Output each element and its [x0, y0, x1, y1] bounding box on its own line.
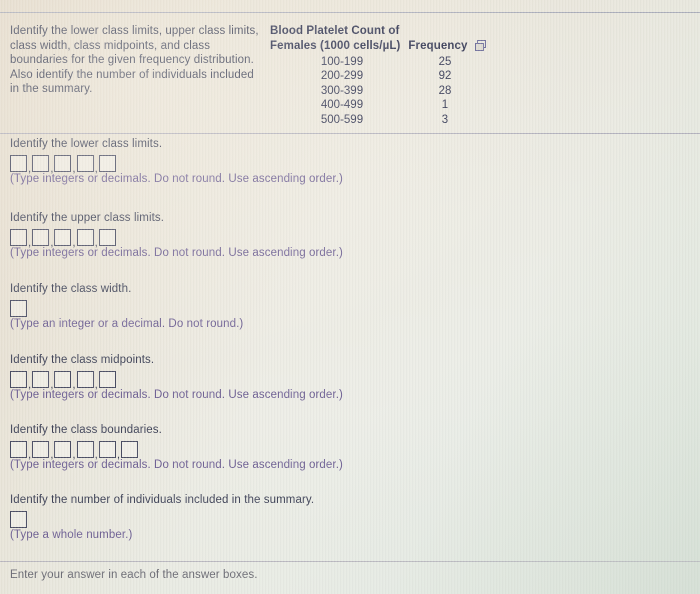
answer-separator-comma: , — [28, 237, 32, 249]
answer-separator-comma: , — [50, 379, 54, 391]
table-cell-frequency: 25 — [438, 55, 452, 68]
answer-box-class-boundaries-2[interactable] — [32, 441, 50, 458]
answer-box-class-boundaries-5[interactable] — [98, 441, 116, 458]
divider-top — [0, 12, 700, 13]
answer-box-class-boundaries-3[interactable] — [54, 441, 72, 458]
question-block-number-of-individuals: Identify the number of individuals inclu… — [10, 494, 314, 541]
question-hint-upper-class-limits: (Type integers or decimals. Do not round… — [10, 247, 343, 259]
answer-separator-comma: , — [94, 449, 98, 461]
question-block-upper-class-limits: Identify the upper class limits.,,,, (Typ… — [10, 212, 343, 259]
popout-window-icon[interactable] — [475, 40, 487, 52]
answer-box-class-boundaries-6[interactable] — [121, 441, 139, 458]
answer-separator-comma: , — [28, 449, 32, 461]
question-label-class-boundaries: Identify the class boundaries. — [10, 424, 162, 436]
question-label-class-width: Identify the class width. — [10, 283, 132, 295]
answer-box-row-class-midpoints: ,,,, — [10, 371, 343, 391]
answer-separator-comma: , — [94, 379, 98, 391]
question-block-lower-class-limits: Identify the lower class limits.,,,, (Typ… — [10, 138, 343, 185]
table-cell-interval: 400-499 — [320, 99, 364, 112]
answer-box-class-width-1[interactable] — [10, 300, 27, 317]
table-cell-interval: 100-199 — [320, 55, 364, 68]
table-row: 500-599 3 — [270, 114, 476, 129]
answer-box-class-midpoints-2[interactable] — [32, 371, 50, 388]
answer-box-class-boundaries-1[interactable] — [10, 441, 27, 458]
answer-box-lower-class-limits-4[interactable] — [76, 155, 94, 172]
footer-instruction: Enter your answer in each of the answer … — [10, 569, 258, 581]
answer-box-class-midpoints-5[interactable] — [98, 371, 116, 388]
answer-box-lower-class-limits-3[interactable] — [54, 155, 72, 172]
divider-middle — [0, 133, 700, 134]
question-block-class-midpoints: Identify the class midpoints.,,,, (Type i… — [10, 354, 343, 401]
table-header-col-interval: Females (1000 cells/µL) — [270, 39, 401, 52]
question-hint-class-width: (Type an integer or a decimal. Do not ro… — [10, 318, 244, 330]
answer-box-lower-class-limits-5[interactable] — [98, 155, 116, 172]
table-header-line1: Blood Platelet Count of — [270, 25, 400, 37]
question-label-number-of-individuals: Identify the number of individuals inclu… — [10, 494, 315, 506]
answer-box-upper-class-limits-4[interactable] — [76, 229, 94, 246]
answer-box-class-midpoints-4[interactable] — [76, 371, 94, 388]
answer-separator-comma: , — [116, 449, 121, 461]
table-row: 200-299 92 — [270, 70, 476, 85]
answer-separator-comma: , — [50, 237, 54, 249]
answer-box-upper-class-limits-5[interactable] — [98, 229, 116, 246]
table-header: Blood Platelet Count of Females (1000 ce… — [270, 24, 487, 53]
answer-box-number-of-individuals-1[interactable] — [10, 511, 27, 528]
table-cell-interval: 300-399 — [320, 84, 364, 97]
table-row: 400-499 1 — [270, 99, 476, 114]
answer-box-class-midpoints-1[interactable] — [10, 371, 27, 388]
question-label-class-midpoints: Identify the class midpoints. — [10, 354, 155, 366]
question-label-upper-class-limits: Identify the upper class limits. — [10, 212, 165, 224]
answer-box-row-upper-class-limits: ,,,, — [10, 229, 343, 249]
question-block-class-width: Identify the class width. (Type an intege… — [10, 283, 243, 330]
answer-box-lower-class-limits-1[interactable] — [10, 155, 27, 172]
answer-box-row-class-boundaries: ,,,,, — [10, 441, 343, 461]
table-cell-frequency: 1 — [441, 99, 449, 112]
divider-bottom — [0, 561, 700, 562]
answer-box-upper-class-limits-3[interactable] — [54, 229, 72, 246]
exercise-screen: Identify the lower class limits, upper c… — [0, 0, 700, 594]
table-cell-frequency: 92 — [438, 70, 452, 83]
table-row: 100-199 25 — [270, 55, 476, 70]
answer-box-row-class-width — [10, 300, 243, 317]
table-cell-interval: 500-599 — [320, 114, 364, 127]
question-prompt: Identify the lower class limits, upper c… — [10, 25, 259, 96]
answer-box-lower-class-limits-2[interactable] — [32, 155, 50, 172]
table-header-col-frequency: Frequency — [408, 39, 468, 52]
question-hint-class-boundaries: (Type integers or decimals. Do not round… — [10, 459, 343, 471]
question-hint-lower-class-limits: (Type integers or decimals. Do not round… — [10, 173, 343, 185]
answer-box-class-midpoints-3[interactable] — [54, 371, 72, 388]
answer-separator-comma: , — [28, 163, 32, 175]
answer-separator-comma: , — [72, 237, 76, 249]
answer-separator-comma: , — [28, 379, 32, 391]
answer-box-upper-class-limits-1[interactable] — [10, 229, 27, 246]
answer-separator-comma: , — [72, 379, 76, 391]
answer-separator-comma: , — [72, 449, 76, 461]
answer-box-class-boundaries-4[interactable] — [76, 441, 94, 458]
table-cell-frequency: 3 — [441, 114, 449, 127]
answer-separator-comma: , — [50, 163, 54, 175]
frequency-distribution-table: Blood Platelet Count of Females (1000 ce… — [270, 24, 487, 128]
question-block-class-boundaries: Identify the class boundaries.,,,,, (Type… — [10, 424, 343, 471]
answer-separator-comma: , — [72, 163, 76, 175]
answer-separator-comma: , — [50, 449, 54, 461]
table-cell-interval: 200-299 — [320, 70, 364, 83]
frequency-table-body: 100-199 25 200-299 92 300-399 28 400-499 1 500-5… — [270, 55, 476, 128]
question-label-lower-class-limits: Identify the lower class limits. — [10, 138, 163, 150]
answer-separator-comma: , — [94, 237, 98, 249]
answer-box-row-number-of-individuals — [10, 511, 314, 528]
answer-box-upper-class-limits-2[interactable] — [32, 229, 50, 246]
answer-separator-comma: , — [94, 163, 98, 175]
table-cell-frequency: 28 — [438, 84, 452, 97]
question-hint-class-midpoints: (Type integers or decimals. Do not round… — [10, 389, 343, 401]
table-row: 300-399 28 — [270, 84, 476, 99]
answer-box-row-lower-class-limits: ,,,, — [10, 155, 343, 175]
question-hint-number-of-individuals: (Type a whole number.) — [10, 529, 133, 541]
